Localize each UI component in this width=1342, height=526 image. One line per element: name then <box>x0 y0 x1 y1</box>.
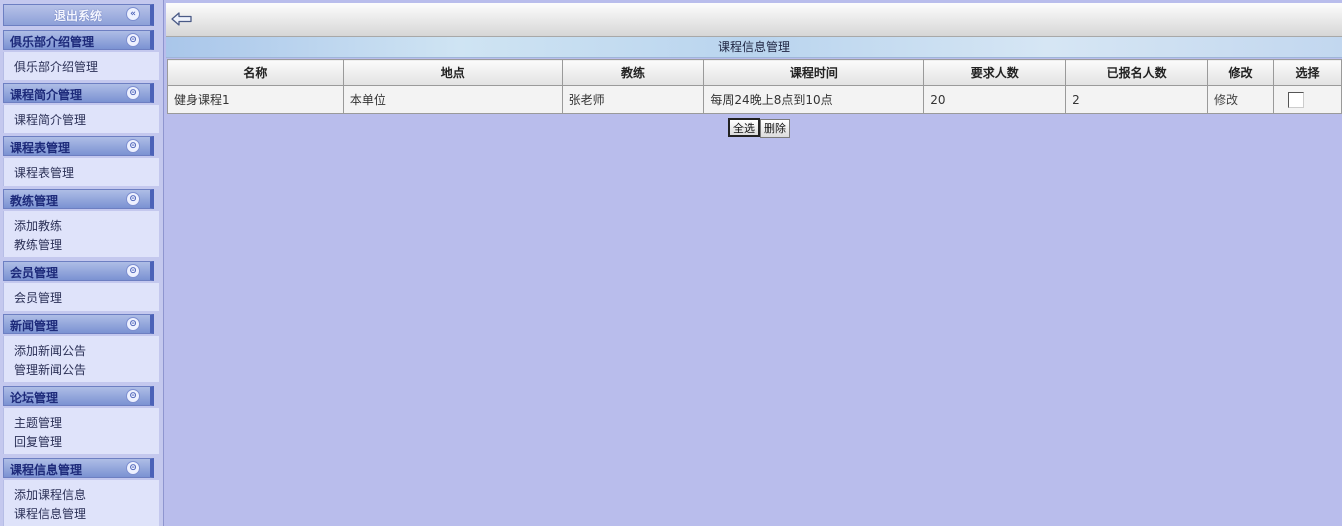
section-title: 课程简介管理 <box>10 88 83 102</box>
sidebar: 退出系统 « 俱乐部介绍管理 ⊝ 俱乐部介绍管理 课程简介管理 ⊝ 课程简介管理… <box>0 0 164 526</box>
delete-button[interactable]: 删除 <box>760 118 790 138</box>
section-title: 新闻管理 <box>10 319 59 333</box>
section-title: 论坛管理 <box>10 391 59 405</box>
arrow-left-icon[interactable] <box>171 11 193 27</box>
section-body: 俱乐部介绍管理 <box>3 52 159 80</box>
section-body: 添加教练 教练管理 <box>3 211 159 257</box>
cell-required-count: 20 <box>923 85 1067 114</box>
sidebar-link-course-intro[interactable]: 课程简介管理 <box>14 111 86 128</box>
section-title: 课程表管理 <box>10 141 71 155</box>
expand-icon[interactable]: ⊝ <box>126 461 140 475</box>
section-title: 课程信息管理 <box>10 463 83 477</box>
sidebar-section-member[interactable]: 会员管理 ⊝ <box>3 261 154 281</box>
expand-icon[interactable]: ⊝ <box>126 86 140 100</box>
sidebar-section-forum[interactable]: 论坛管理 ⊝ <box>3 386 154 406</box>
panel-title: 课程信息管理 <box>166 37 1342 58</box>
column-header-name: 名称 <box>167 59 344 86</box>
collapse-icon[interactable]: « <box>126 7 140 21</box>
course-info-table: 名称 地点 教练 课程时间 要求人数 已报名人数 修改 选择 健身课程1 本单位… <box>167 59 1342 114</box>
table-row: 健身课程1 本单位 张老师 每周24晚上8点到10点 20 2 修改 <box>167 85 1342 114</box>
row-select-checkbox[interactable] <box>1288 91 1304 108</box>
column-header-course-time: 课程时间 <box>703 59 925 86</box>
column-header-coach: 教练 <box>561 59 705 86</box>
cell-location: 本单位 <box>342 85 563 114</box>
sidebar-link-coach-manage[interactable]: 教练管理 <box>14 236 62 253</box>
sidebar-link-course-info-manage[interactable]: 课程信息管理 <box>14 505 86 522</box>
column-header-enrolled-count: 已报名人数 <box>1065 59 1209 86</box>
sidebar-section-course-info[interactable]: 课程信息管理 ⊝ <box>3 458 154 478</box>
cell-select <box>1273 85 1342 114</box>
sidebar-section-coach[interactable]: 教练管理 ⊝ <box>3 189 154 209</box>
section-body: 课程简介管理 <box>3 105 159 133</box>
expand-icon[interactable]: ⊝ <box>126 317 140 331</box>
sidebar-link-reply-manage[interactable]: 回复管理 <box>14 433 62 450</box>
cell-enrolled-count: 2 <box>1065 85 1209 114</box>
sidebar-link-add-course-info[interactable]: 添加课程信息 <box>14 486 86 503</box>
sidebar-link-news-manage[interactable]: 管理新闻公告 <box>14 361 86 378</box>
sidebar-link-add-news[interactable]: 添加新闻公告 <box>14 342 86 359</box>
expand-icon[interactable]: ⊝ <box>126 389 140 403</box>
edit-link[interactable]: 修改 <box>1207 85 1274 114</box>
select-all-button[interactable]: 全选 <box>728 118 760 137</box>
cell-name: 健身课程1 <box>167 85 344 114</box>
expand-icon[interactable]: ⊝ <box>126 33 140 47</box>
sidebar-section-news[interactable]: 新闻管理 ⊝ <box>3 314 154 334</box>
section-title: 俱乐部介绍管理 <box>10 35 95 49</box>
expand-icon[interactable]: ⊝ <box>126 192 140 206</box>
toolbar <box>166 3 1342 37</box>
sidebar-section-club-intro[interactable]: 俱乐部介绍管理 ⊝ <box>3 30 154 50</box>
column-header-select: 选择 <box>1273 59 1342 86</box>
section-body: 课程表管理 <box>3 158 159 186</box>
sidebar-link-club-intro[interactable]: 俱乐部介绍管理 <box>14 58 98 75</box>
column-header-edit: 修改 <box>1207 59 1274 86</box>
cell-course-time: 每周24晚上8点到10点 <box>703 85 925 114</box>
expand-icon[interactable]: ⊝ <box>126 139 140 153</box>
sidebar-link-schedule[interactable]: 课程表管理 <box>14 164 74 181</box>
section-body: 主题管理 回复管理 <box>3 408 159 454</box>
sidebar-section-course-intro[interactable]: 课程简介管理 ⊝ <box>3 83 154 103</box>
section-body: 添加课程信息 课程信息管理 <box>3 480 159 526</box>
logout-bar[interactable]: 退出系统 « <box>3 4 154 26</box>
section-title: 会员管理 <box>10 266 59 280</box>
sidebar-link-topic-manage[interactable]: 主题管理 <box>14 414 62 431</box>
column-header-required-count: 要求人数 <box>923 59 1067 86</box>
cell-coach: 张老师 <box>561 85 705 114</box>
column-header-location: 地点 <box>342 59 563 86</box>
table-header-row: 名称 地点 教练 课程时间 要求人数 已报名人数 修改 选择 <box>167 59 1342 86</box>
action-buttons: 全选 删除 <box>728 118 790 138</box>
section-body: 会员管理 <box>3 283 159 311</box>
sidebar-link-member-manage[interactable]: 会员管理 <box>14 289 62 306</box>
sidebar-section-schedule[interactable]: 课程表管理 ⊝ <box>3 136 154 156</box>
section-body: 添加新闻公告 管理新闻公告 <box>3 336 159 382</box>
sidebar-link-add-coach[interactable]: 添加教练 <box>14 217 62 234</box>
expand-icon[interactable]: ⊝ <box>126 264 140 278</box>
logout-label[interactable]: 退出系统 <box>54 7 102 24</box>
section-title: 教练管理 <box>10 194 59 208</box>
